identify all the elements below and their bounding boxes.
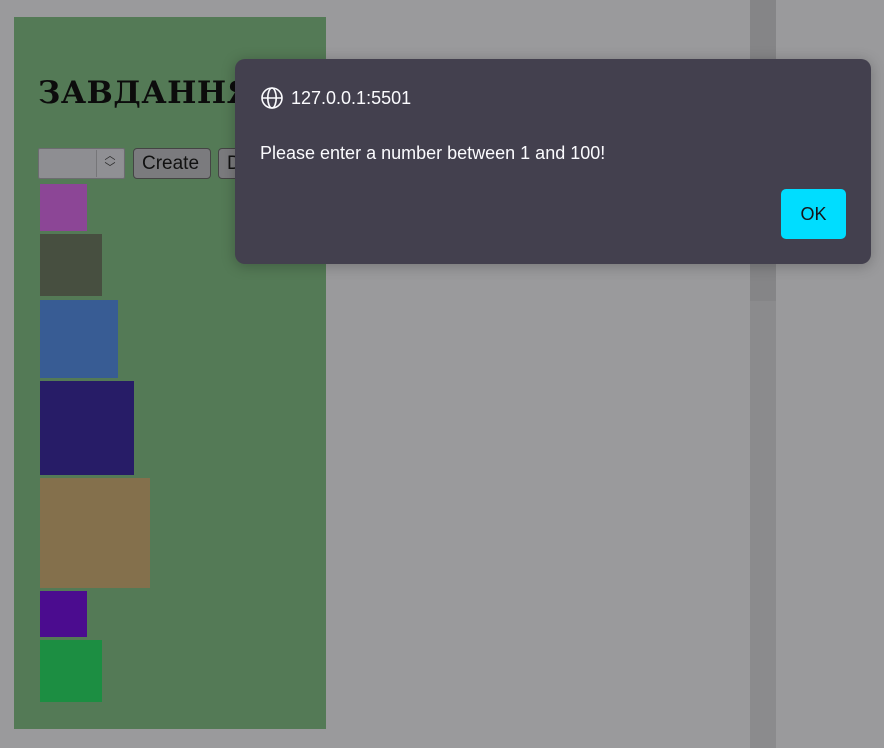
create-button[interactable]: Create xyxy=(133,148,211,179)
generated-box xyxy=(40,300,118,378)
dialog-origin: 127.0.0.1:5501 xyxy=(260,86,411,110)
generated-box xyxy=(40,184,87,231)
generated-box xyxy=(40,478,150,588)
spin-up-icon[interactable]: ︿ xyxy=(97,150,123,162)
spin-down-icon[interactable]: ﹀ xyxy=(97,162,123,174)
dialog-origin-text: 127.0.0.1:5501 xyxy=(291,87,412,108)
amount-number-input[interactable]: ︿ ﹀ xyxy=(38,148,125,179)
ok-button[interactable]: OK xyxy=(781,189,846,239)
globe-icon xyxy=(261,87,283,109)
page-heading: ЗАВДАННЯ xyxy=(38,75,255,111)
generated-box xyxy=(40,381,134,475)
browser-viewport: ЗАВДАННЯ ︿ ﹀ Create Destroy 127.0.0. xyxy=(0,0,884,748)
generated-box xyxy=(40,591,87,637)
dialog-message: Please enter a number between 1 and 100! xyxy=(260,143,606,163)
alert-dialog: 127.0.0.1:5501 Please enter a number bet… xyxy=(235,59,871,264)
number-spinner[interactable]: ︿ ﹀ xyxy=(96,150,123,177)
generated-box xyxy=(40,234,102,296)
generated-box xyxy=(40,640,102,702)
